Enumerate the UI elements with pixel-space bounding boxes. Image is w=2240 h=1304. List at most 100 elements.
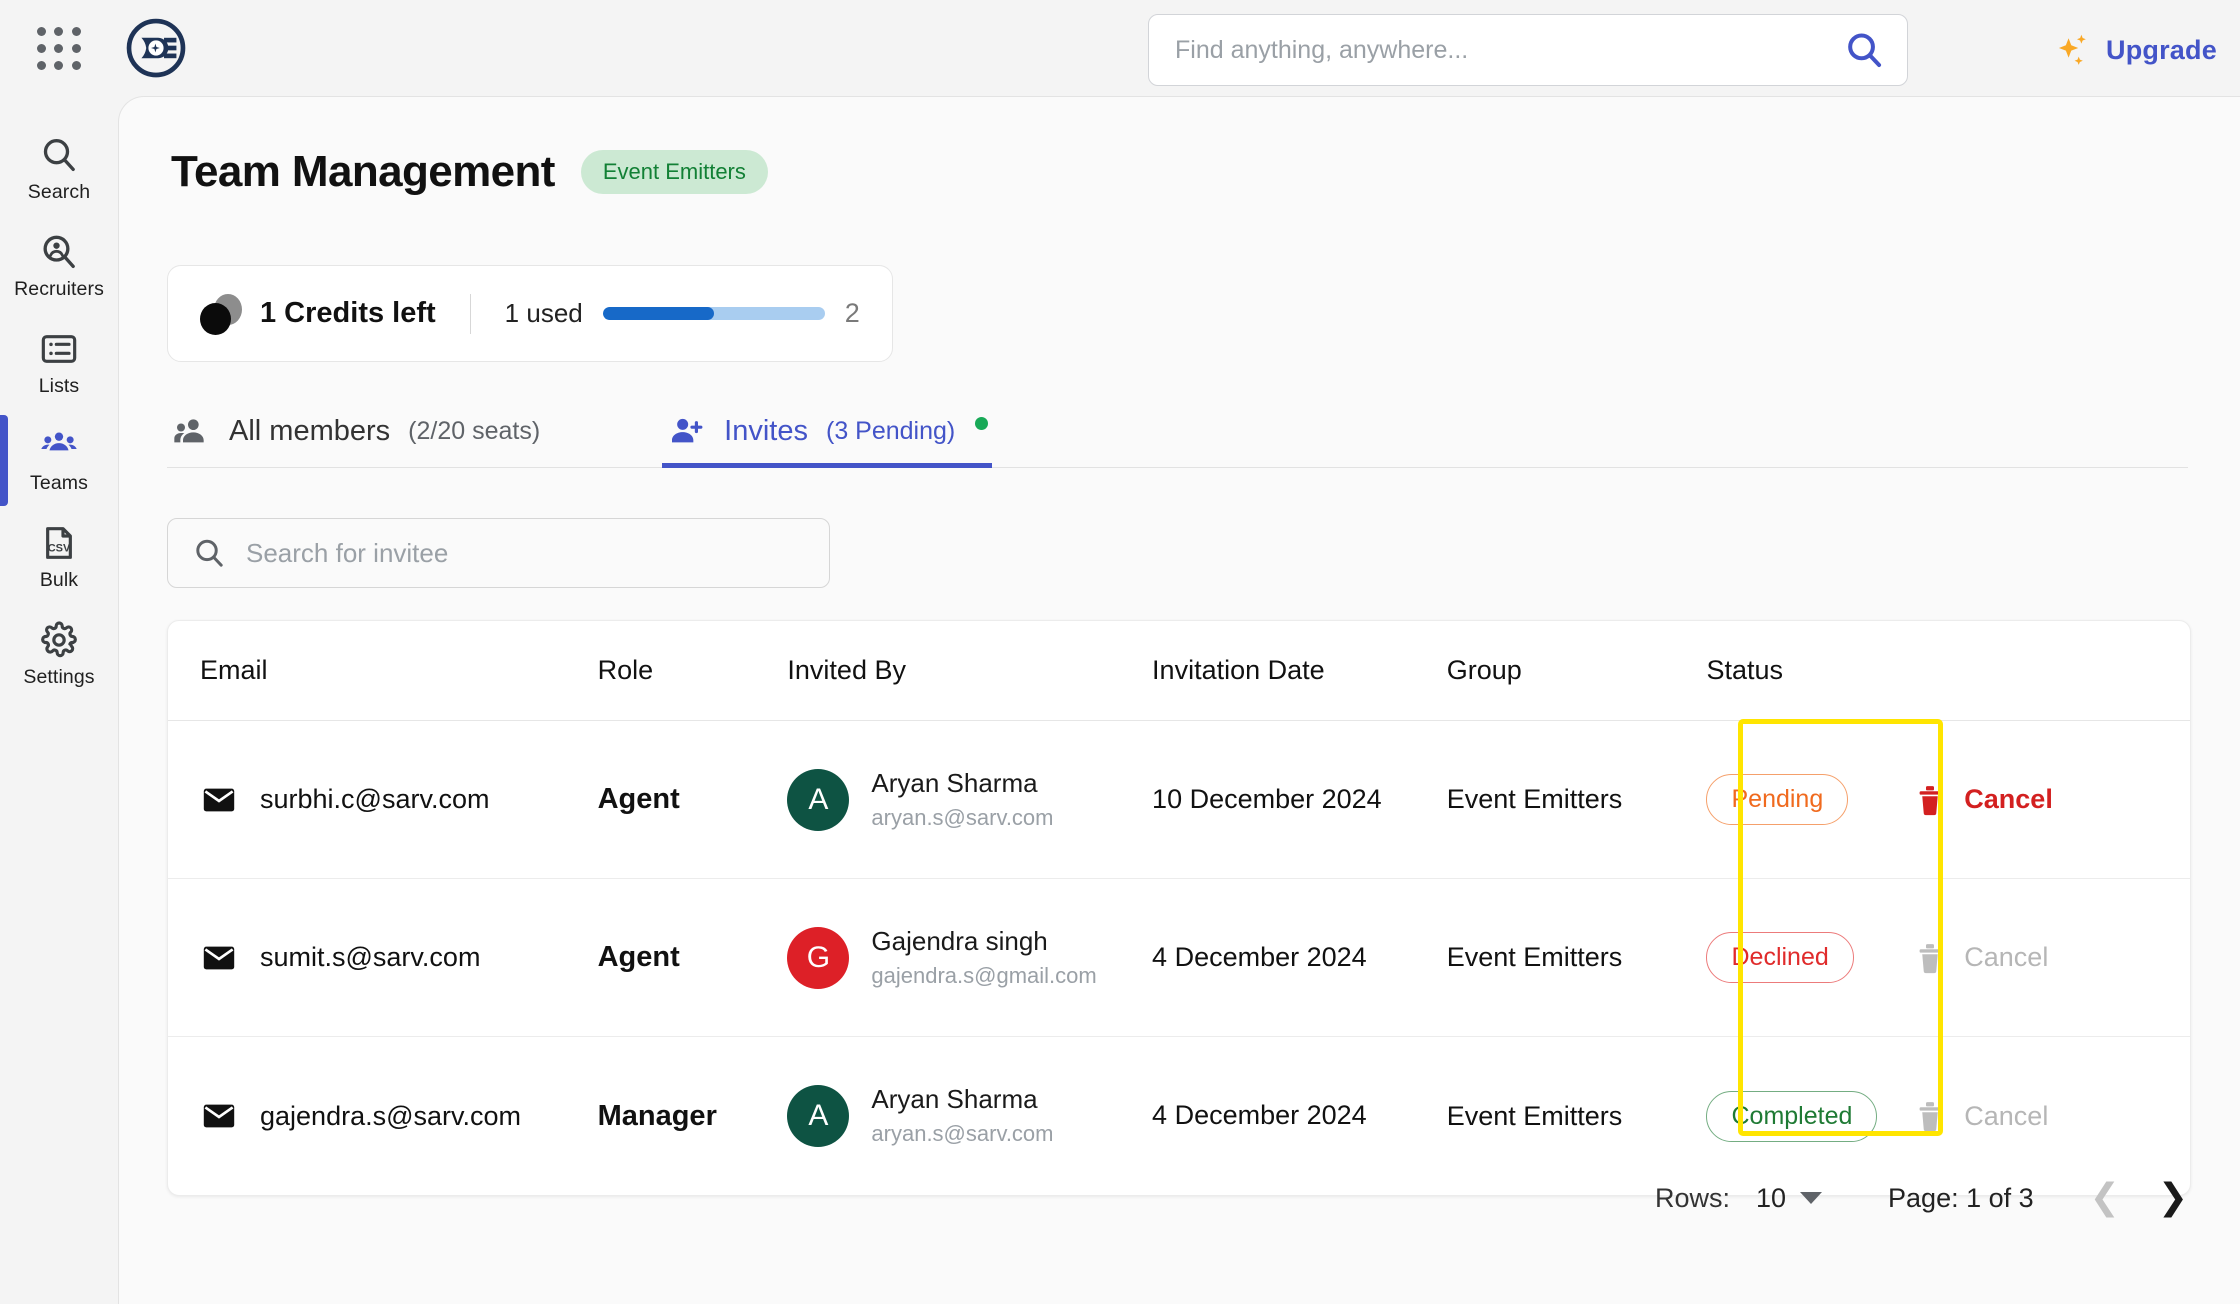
person-add-icon — [666, 412, 706, 452]
search-icon — [192, 536, 226, 570]
credits-card: 1 Credits left 1 used 2 — [167, 265, 893, 362]
invitee-search-input[interactable] — [246, 537, 805, 569]
column-header-invitation-date: Invitation Date — [1152, 655, 1325, 685]
rows-per-page-select[interactable]: 10 — [1755, 1182, 1823, 1214]
column-header-invited-by: Invited By — [787, 655, 906, 685]
cancel-button[interactable]: Cancel — [1914, 940, 2190, 976]
cell-role: Manager — [598, 1100, 788, 1133]
group-name: Event Emitters — [1446, 784, 1623, 815]
tab-label: Invites — [724, 415, 808, 447]
upgrade-button[interactable]: Upgrade — [2054, 26, 2217, 74]
search-icon[interactable] — [1843, 29, 1885, 71]
group-name: Event Emitters — [1446, 1100, 1623, 1131]
inviter-block: Gajendra singh gajendra.s@gmail.com — [871, 926, 1096, 990]
credits-total-label: 2 — [844, 298, 860, 328]
column-header-status: Status — [1706, 655, 1784, 685]
credits-coins-icon — [198, 293, 244, 335]
group-name: Event Emitters — [1446, 942, 1623, 973]
sidebar-items: Search Recruiters Lists Teams CSV Bulk S… — [0, 120, 118, 702]
envelope-icon — [200, 939, 238, 977]
rows-per-page-value: 10 — [1755, 1182, 1787, 1213]
cell-invited-by: A Aryan Sharma aryan.s@sarv.com — [787, 1084, 1152, 1148]
apps-grid-icon[interactable] — [36, 26, 82, 70]
tab-all-members[interactable]: All members (2/20 seats) — [167, 396, 544, 467]
brand-logo-icon[interactable] — [118, 10, 194, 86]
tab-invites[interactable]: Invites (3 Pending) — [662, 396, 993, 468]
cancel-button[interactable]: Cancel — [1914, 1098, 2190, 1134]
invitation-date: 10 December 2024 — [1152, 783, 1382, 814]
invitee-role: Manager — [597, 1099, 717, 1132]
tab-sublabel: (2/20 seats) — [408, 417, 541, 445]
cell-action: Cancel — [1914, 940, 2190, 976]
sidebar-item-label: Settings — [23, 666, 95, 688]
cell-invited-by: G Gajendra singh gajendra.s@gmail.com — [787, 926, 1152, 990]
cell-role: Agent — [598, 783, 788, 816]
column-header-email: Email — [200, 655, 268, 685]
invitee-email: sumit.s@sarv.com — [260, 942, 481, 972]
sidebar-item-teams[interactable]: Teams — [0, 411, 118, 508]
sidebar-item-recruiters[interactable]: Recruiters — [0, 217, 118, 314]
upgrade-label: Upgrade — [2106, 34, 2217, 65]
divider — [469, 293, 471, 334]
inviter-name: Aryan Sharma — [871, 1084, 1038, 1115]
sparkles-icon — [2054, 31, 2092, 69]
invitee-email: surbhi.c@sarv.com — [260, 784, 490, 814]
chevron-right-icon[interactable]: ❯ — [2158, 1180, 2188, 1216]
inviter-block: Aryan Sharma aryan.s@sarv.com — [871, 768, 1053, 832]
inviter-block: Aryan Sharma aryan.s@sarv.com — [871, 1084, 1053, 1148]
gear-icon — [39, 620, 79, 660]
invitee-search-box[interactable] — [167, 518, 830, 588]
global-search-box[interactable] — [1148, 14, 1908, 86]
cell-invitation-date: 10 December 2024 — [1152, 782, 1447, 817]
cell-action: Cancel — [1914, 1098, 2190, 1134]
top-bar: Upgrade A — [118, 0, 2240, 100]
credits-left-label: 1 Credits left — [260, 297, 436, 329]
avatar: G — [787, 926, 850, 989]
tab-sublabel: (3 Pending) — [826, 417, 956, 445]
sidebar-item-label: Recruiters — [14, 278, 104, 300]
cell-invitation-date: 4 December 2024 — [1152, 940, 1447, 975]
magnifier-icon — [39, 135, 79, 175]
avatar: A — [787, 768, 850, 831]
cell-email: gajendra.s@sarv.com — [168, 1097, 598, 1135]
trash-icon — [1914, 940, 1946, 976]
sidebar-item-bulk[interactable]: CSV Bulk — [0, 508, 118, 605]
sidebar-item-label: Search — [27, 181, 91, 203]
cell-status: Pending — [1706, 774, 1914, 825]
page-header: Team Management Event Emitters — [171, 147, 768, 197]
inviter-email: aryan.s@sarv.com — [871, 1121, 1054, 1147]
table-row: sumit.s@sarv.com Agent G Gajendra singh gaje… — [168, 879, 2190, 1037]
cell-status: Declined — [1706, 932, 1914, 983]
svg-text:CSV: CSV — [48, 542, 71, 554]
cell-group: Event Emitters — [1447, 781, 1707, 817]
page-title: Team Management — [171, 147, 555, 196]
invitation-date: 4 December 2024 — [1152, 1100, 1367, 1131]
table-body: surbhi.c@sarv.com Agent A Aryan Sharma aryan… — [168, 721, 2190, 1195]
chevron-left-icon[interactable]: ❮ — [2090, 1180, 2120, 1216]
cancel-button[interactable]: Cancel — [1914, 782, 2190, 818]
cell-group: Event Emitters — [1447, 1098, 1707, 1134]
people-icon — [171, 412, 211, 452]
cell-email: surbhi.c@sarv.com — [168, 781, 598, 819]
invites-table: Email Role Invited By Invitation Date Gr… — [167, 620, 2191, 1196]
tab-label: All members — [229, 415, 391, 447]
invitee-role: Agent — [597, 941, 680, 973]
page-indicator: Page: 1 of 3 — [1888, 1182, 2034, 1213]
rows-label: Rows: — [1654, 1182, 1730, 1213]
search-input[interactable] — [1175, 35, 1843, 65]
sidebar-item-search[interactable]: Search — [0, 120, 118, 217]
invitee-role: Agent — [597, 783, 680, 815]
sidebar-item-settings[interactable]: Settings — [0, 605, 118, 702]
sidebar-item-lists[interactable]: Lists — [0, 314, 118, 411]
cell-invitation-date: 4 December 2024 — [1152, 1098, 1447, 1133]
trash-icon — [1914, 782, 1946, 818]
cell-email: sumit.s@sarv.com — [168, 939, 598, 977]
trash-icon — [1914, 1098, 1946, 1134]
sidebar-item-label: Teams — [30, 472, 88, 494]
envelope-icon — [200, 1097, 238, 1135]
people-group-icon — [39, 426, 79, 466]
sidebar: Search Recruiters Lists Teams CSV Bulk S… — [0, 0, 118, 1304]
inviter-email: gajendra.s@gmail.com — [871, 962, 1097, 988]
cell-role: Agent — [598, 941, 788, 974]
tabs: All members (2/20 seats) Invites (3 Pend… — [167, 396, 2188, 468]
